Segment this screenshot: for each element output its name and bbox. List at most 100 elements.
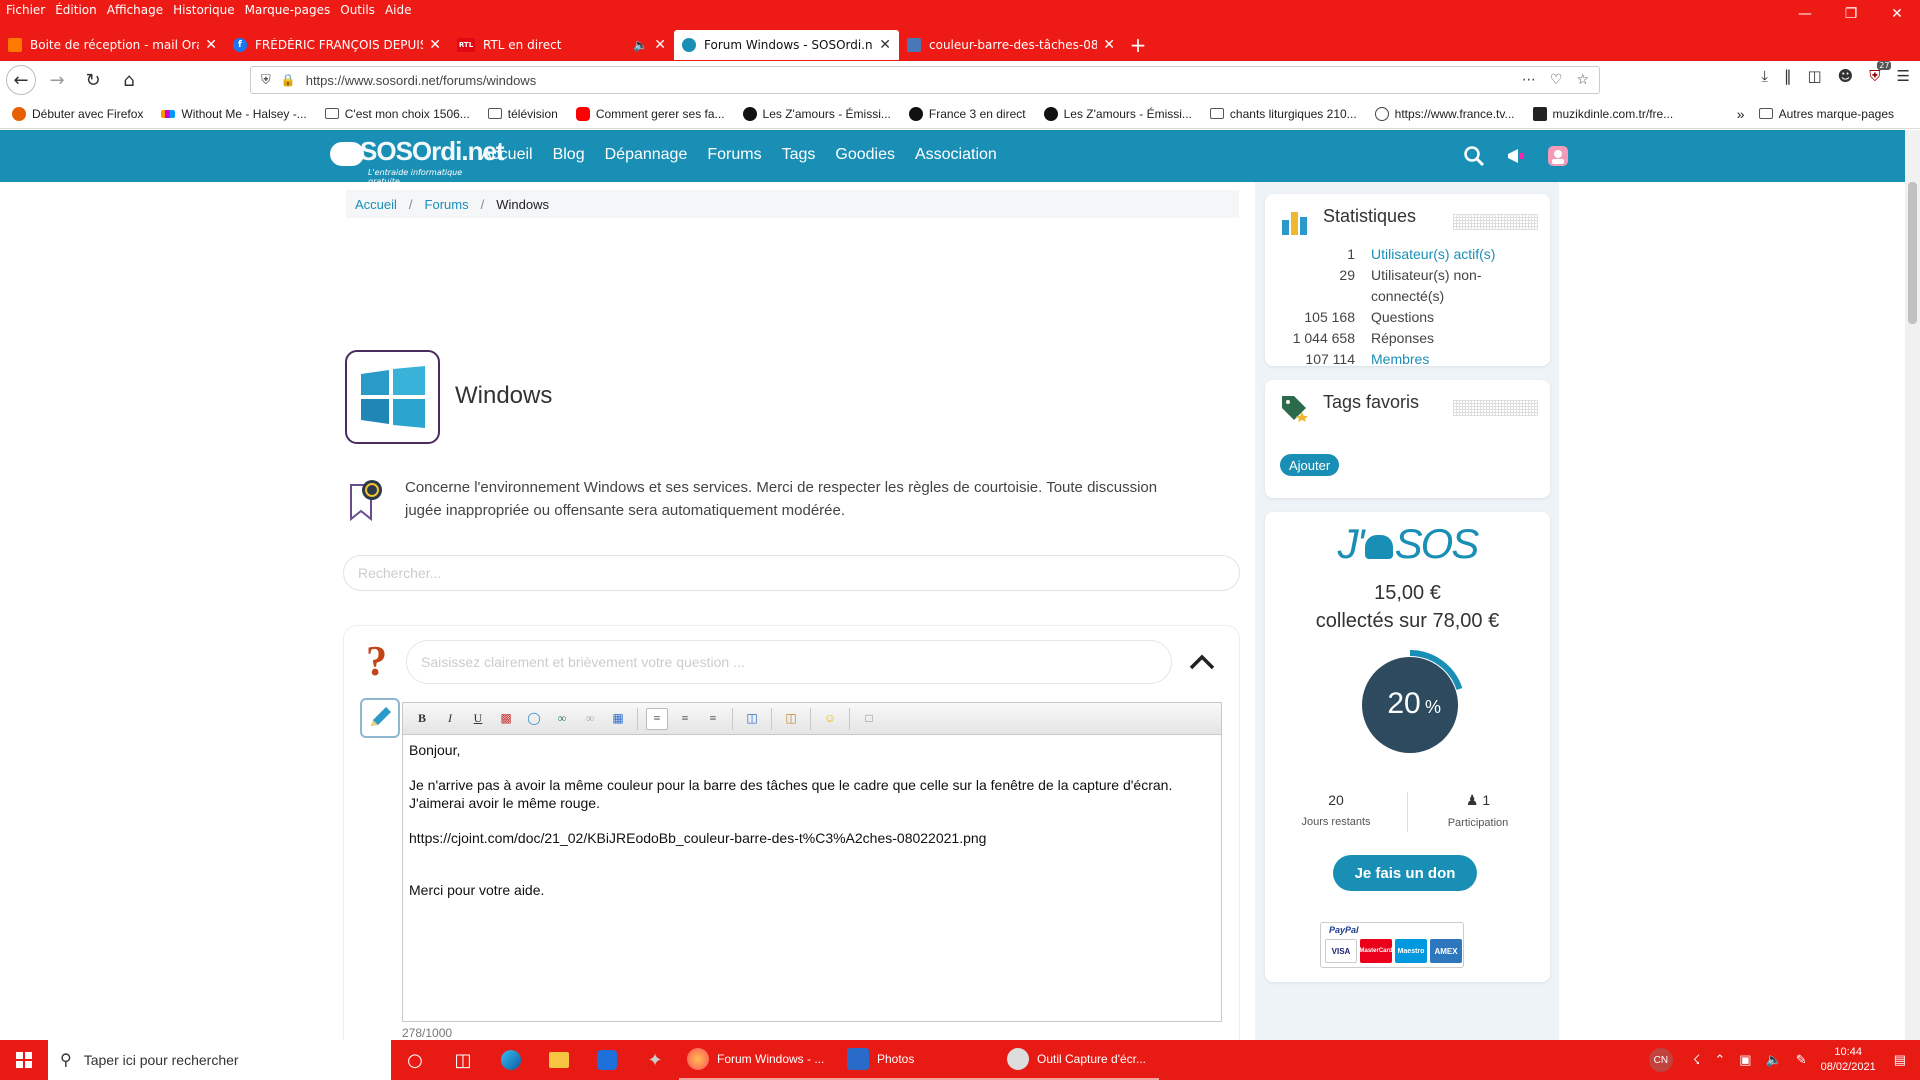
- user-avatar[interactable]: CN: [1648, 1048, 1673, 1072]
- stat-label-link[interactable]: Utilisateur(s) actif(s): [1371, 244, 1541, 265]
- paste-icon[interactable]: ◫: [780, 708, 802, 730]
- bookmark-item[interactable]: Les Z'amours - Émissi...: [1043, 106, 1192, 121]
- back-button[interactable]: ←: [6, 65, 36, 95]
- edge-icon[interactable]: [487, 1040, 535, 1080]
- task-view-icon[interactable]: ◫: [439, 1040, 487, 1080]
- nav-association[interactable]: Association: [915, 146, 997, 164]
- pocket-icon[interactable]: ♡: [1550, 72, 1563, 88]
- add-tag-button[interactable]: Ajouter: [1280, 454, 1340, 476]
- reload-button[interactable]: ↻: [78, 65, 108, 95]
- editor-content[interactable]: Bonjour, Je n'arrive pas à avoir la même…: [403, 735, 1221, 922]
- comment-bubble-icon[interactable]: ◯: [523, 708, 545, 730]
- menu-bookmarks[interactable]: Marque-pages: [245, 3, 331, 17]
- lock-icon[interactable]: 🔒: [281, 73, 296, 87]
- forum-search-input[interactable]: Rechercher...: [343, 555, 1240, 591]
- network-icon[interactable]: ▣: [1739, 1052, 1751, 1068]
- tab-facebook[interactable]: f FRÉDÉRIC FRANÇOIS DEPUIS TOI ✕: [225, 30, 449, 60]
- nav-forums[interactable]: Forums: [707, 146, 761, 164]
- file-explorer-icon[interactable]: [535, 1040, 583, 1080]
- clock[interactable]: 10:44 08/02/2021: [1821, 1045, 1876, 1075]
- forward-button[interactable]: →: [42, 65, 72, 95]
- breadcrumb-forums[interactable]: Forums: [425, 197, 469, 212]
- people-icon[interactable]: ☇: [1693, 1052, 1700, 1068]
- sidebar-icon[interactable]: ◫: [1807, 67, 1821, 85]
- bookmark-star-icon[interactable]: ☆: [1576, 72, 1589, 88]
- search-icon[interactable]: [1462, 144, 1486, 168]
- menu-file[interactable]: Fichier: [6, 3, 45, 17]
- speaker-icon[interactable]: 🔈: [633, 38, 648, 52]
- nav-tags[interactable]: Tags: [782, 146, 816, 164]
- taskbar-app-snipping[interactable]: Outil Capture d'écr...: [999, 1040, 1159, 1080]
- menu-view[interactable]: Affichage: [107, 3, 163, 17]
- tab-orange-mail[interactable]: Boite de réception - mail Orange ✕: [0, 30, 225, 60]
- account-icon[interactable]: ☻: [1838, 67, 1854, 85]
- question-title-input[interactable]: Saisissez clairement et brièvement votre…: [406, 640, 1172, 684]
- bookmark-folder[interactable]: chants liturgiques 210...: [1209, 107, 1357, 121]
- other-bookmarks[interactable]: » Autres marque-pages: [1737, 106, 1894, 122]
- chevron-double-right-icon[interactable]: »: [1737, 106, 1745, 122]
- nav-goodies[interactable]: Goodies: [835, 146, 895, 164]
- menu-help[interactable]: Aide: [385, 3, 412, 17]
- nav-accueil[interactable]: Accueil: [481, 146, 533, 164]
- tab-sosordi-forum[interactable]: Forum Windows - SOSOrdi.net ✕: [674, 30, 899, 60]
- bookmark-folder[interactable]: C'est mon choix 1506...: [324, 107, 470, 121]
- close-tab-icon[interactable]: ✕: [205, 37, 217, 53]
- bookmark-item[interactable]: https://www.france.tv...: [1374, 106, 1515, 121]
- nav-blog[interactable]: Blog: [553, 146, 585, 164]
- new-tab-button[interactable]: +: [1123, 30, 1153, 60]
- address-bar[interactable]: ⛨ 🔒 https://www.sosordi.net/forums/windo…: [250, 66, 1600, 94]
- link-icon[interactable]: ∞: [551, 708, 573, 730]
- menu-edit[interactable]: Édition: [55, 3, 97, 17]
- close-tab-icon[interactable]: ✕: [654, 37, 666, 53]
- minimize-button[interactable]: —: [1782, 0, 1828, 28]
- url-text[interactable]: https://www.sosordi.net/forums/windows: [306, 73, 536, 88]
- downloads-icon[interactable]: ⤓: [1761, 67, 1768, 85]
- volume-icon[interactable]: 🔈: [1766, 1052, 1782, 1068]
- align-right-icon[interactable]: ≡: [702, 708, 724, 730]
- bold-button[interactable]: B: [411, 708, 433, 730]
- breadcrumb-accueil[interactable]: Accueil: [355, 197, 397, 212]
- feather-app-icon[interactable]: ✦: [631, 1040, 679, 1080]
- donate-button[interactable]: Je fais un don: [1333, 855, 1477, 891]
- italic-button[interactable]: I: [439, 708, 461, 730]
- source-code-icon[interactable]: ◫: [741, 708, 763, 730]
- menu-history[interactable]: Historique: [173, 3, 235, 17]
- taskbar-app-photos[interactable]: Photos: [839, 1040, 999, 1080]
- taskbar-search-input[interactable]: ⚲ Taper ici pour rechercher: [48, 1040, 391, 1080]
- image-icon[interactable]: ▦: [607, 708, 629, 730]
- document-icon[interactable]: □: [858, 708, 880, 730]
- bookmark-item[interactable]: Comment gerer ses fa...: [575, 106, 725, 121]
- close-tab-icon[interactable]: ✕: [879, 37, 891, 53]
- library-icon[interactable]: ‖: [1784, 67, 1792, 85]
- menu-tools[interactable]: Outils: [340, 3, 375, 17]
- underline-button[interactable]: U: [467, 708, 489, 730]
- page-actions-icon[interactable]: ⋯: [1522, 72, 1536, 88]
- page-scrollbar[interactable]: [1905, 130, 1920, 1040]
- cortana-icon[interactable]: ○: [391, 1040, 439, 1080]
- align-center-icon[interactable]: ≡: [674, 708, 696, 730]
- chevron-up-icon[interactable]: [1184, 644, 1220, 680]
- shield-icon[interactable]: ⛨: [261, 73, 271, 88]
- close-tab-icon[interactable]: ✕: [429, 37, 441, 53]
- tab-cjoint-image[interactable]: couleur-barre-des-tâches-0802 ✕: [899, 30, 1123, 60]
- stat-label-link[interactable]: Membres: [1371, 349, 1541, 370]
- close-tab-icon[interactable]: ✕: [1103, 37, 1115, 53]
- align-left-icon[interactable]: ≡: [646, 707, 668, 730]
- rich-text-editor[interactable]: B I U ▩ ◯ ∞ ∞ ▦ ≡ ≡ ≡ ◫ ◫ ☺ □ Bonjour, J…: [402, 702, 1222, 1022]
- restore-button[interactable]: ❐: [1828, 0, 1874, 28]
- hamburger-menu-icon[interactable]: ☰: [1897, 67, 1910, 85]
- user-login-icon[interactable]: [1546, 144, 1570, 168]
- notification-icon[interactable]: ▤: [1894, 1052, 1906, 1068]
- bookmark-item[interactable]: muzikdinle.com.tr/fre...: [1532, 106, 1673, 121]
- bookmark-folder[interactable]: télévision: [487, 107, 558, 121]
- megaphone-icon[interactable]: [1504, 144, 1528, 168]
- scrollbar-thumb[interactable]: [1908, 182, 1917, 324]
- home-button[interactable]: ⌂: [114, 65, 144, 95]
- windows-start-icon[interactable]: [0, 1040, 48, 1080]
- bookmark-item[interactable]: Débuter avec Firefox: [12, 106, 143, 121]
- color-palette-icon[interactable]: ▩: [495, 708, 517, 730]
- pen-icon[interactable]: ✎: [1796, 1052, 1807, 1068]
- site-logo[interactable]: SOSOrdi.net L'entraide informatique grat…: [330, 136, 505, 186]
- bookmark-item[interactable]: Les Z'amours - Émissi...: [742, 106, 891, 121]
- unlink-icon[interactable]: ∞: [579, 708, 601, 730]
